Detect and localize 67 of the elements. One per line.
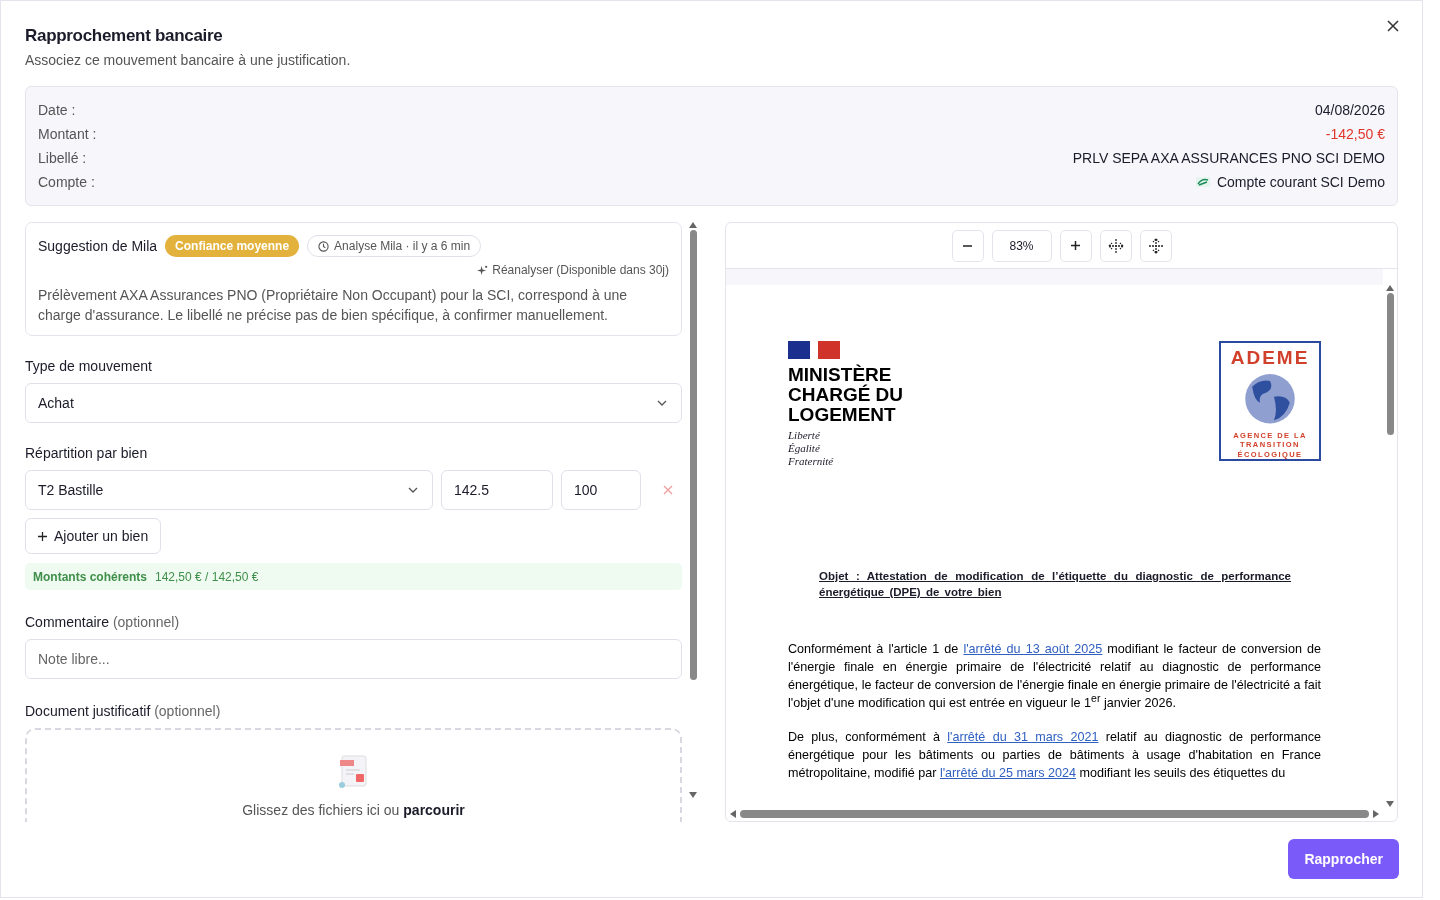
browse-link[interactable]: parcourir	[403, 802, 465, 818]
motto-text: Liberté Égalité Fraternité	[788, 429, 835, 468]
chevron-down-icon	[408, 487, 418, 493]
agency-name: ADEME	[1230, 347, 1310, 369]
vertical-arrows-icon	[1148, 237, 1163, 254]
document-link[interactable]: l'arrêté du 25 mars 2024	[939, 766, 1077, 780]
scroll-down-arrow-icon[interactable]	[689, 792, 697, 798]
ministry-name: MINISTÈRE CHARGÉ DU LOGEMENT	[788, 365, 904, 425]
flag-emblem-icon	[788, 341, 840, 359]
document-paragraph: De plus, conformément à l'arrêté du 31 mars 2021 relatif au diagnostic de performance énergétique pour les bâtiments ou parties de bâtiments à usage d'habitation en France métropolitaine, modifié par l'arrêté du 25 mars 2024 modifiant les seuils des étiquettes du	[788, 729, 1321, 782]
field-value: 04/08/2026	[1314, 102, 1385, 118]
close-icon[interactable]	[1387, 20, 1399, 32]
dialog-subtitle: Associez ce mouvement bancaire à une justification.	[25, 52, 351, 68]
sparkle-icon	[477, 264, 489, 276]
document-subject: Objet : Attestation de modification de l’étiquette du diagnostic de performance énergétique (DPE) de votre bien	[819, 569, 1291, 600]
document-link[interactable]: l'arrêté du 13 août 2025	[963, 642, 1103, 656]
plus-icon	[1071, 241, 1080, 250]
field-label: Type de mouvement	[25, 358, 153, 374]
scroll-up-arrow-icon[interactable]	[689, 222, 697, 228]
globe-icon	[1244, 373, 1296, 425]
field-label: Commentaire	[25, 614, 110, 630]
confidence-badge: Confiance moyenne	[165, 235, 300, 257]
zoom-level: 83%	[991, 229, 1052, 262]
percent-input[interactable]: 100	[561, 470, 641, 510]
field-label: Libellé :	[38, 150, 87, 166]
suggestion-title: Suggestion de Mila	[38, 238, 158, 254]
field-label: Compte :	[38, 174, 95, 190]
document-paragraph: Conformément à l'article 1 de l'arrêté du 13 août 2025 modifiant le facteur de conversion de l'énergie finale en énergie primaire de l'électricité relatif au diagnostic de performance énergétique, le facteur de conversion de l'énergie finale en énergie primaire de l'électricité a fait l'objet d'une modification qui est entrée en vigueur le 1$^{er}$ janvier 2026.	[788, 641, 1321, 712]
amount-input[interactable]: 142.5	[441, 470, 553, 510]
dialog-title: Rapprochement bancaire	[25, 26, 224, 46]
drop-hint: Glissez des fichiers ici ou	[242, 802, 400, 818]
comment-input[interactable]: Note libre...	[25, 639, 682, 679]
bank-logo-icon	[1195, 177, 1210, 187]
reanalyze-button[interactable]: Réanalyser (Disponible dans 30j)	[477, 263, 669, 277]
field-label: Répartition par bien	[25, 445, 149, 461]
status-label: Montants cohérents	[33, 569, 147, 584]
status-value: 142,50 € / 142,50 €	[155, 569, 259, 584]
field-label: Document justificatif	[25, 703, 151, 719]
add-property-button[interactable]: Ajouter un bien	[25, 518, 162, 554]
scrollbar-thumb[interactable]	[1386, 293, 1394, 435]
scroll-left-arrow-icon[interactable]	[730, 810, 736, 818]
field-value: Compte courant SCI Demo	[1216, 174, 1385, 190]
file-drop-zone[interactable]: Glissez des fichiers ici ou parcourir	[25, 728, 682, 822]
submit-button[interactable]: Rapprocher	[1288, 839, 1399, 879]
scrollbar-thumb[interactable]	[740, 810, 1369, 818]
document-link[interactable]: l'arrêté du 31 mars 2021	[947, 730, 1099, 744]
minus-icon	[963, 244, 972, 247]
suggestion-text: Prélèvement AXA Assurances PNO (Propriétaire Non Occupant) pour la SCI, correspond à une charge d'assurance. Le libellé ne précise pas de bien spécifique, à confirmer manuellement.	[38, 286, 629, 325]
scroll-down-arrow-icon[interactable]	[1386, 801, 1394, 807]
field-label: Date :	[38, 102, 76, 118]
optional-hint: (optionnel)	[112, 614, 180, 630]
optional-hint: (optionnel)	[154, 703, 221, 719]
fit-height-button[interactable]	[1139, 229, 1172, 262]
analysis-text: Analyse Mila · il y a 6 min	[334, 239, 471, 253]
movement-type-select[interactable]: Achat	[25, 383, 682, 423]
field-value: -142,50 €	[1325, 126, 1385, 142]
scrollbar-thumb[interactable]	[689, 230, 697, 680]
fit-width-button[interactable]	[1099, 229, 1132, 262]
field-label: Montant :	[38, 126, 97, 142]
scroll-up-arrow-icon[interactable]	[1386, 285, 1394, 291]
scroll-right-arrow-icon[interactable]	[1373, 810, 1379, 818]
horizontal-arrows-icon	[1107, 238, 1124, 253]
clock-icon	[318, 240, 330, 252]
chevron-down-icon	[657, 400, 667, 406]
plus-icon	[38, 531, 47, 541]
property-select[interactable]: T2 Bastille	[25, 470, 433, 510]
field-value: PRLV SEPA AXA ASSURANCES PNO SCI DEMO	[1072, 150, 1385, 166]
